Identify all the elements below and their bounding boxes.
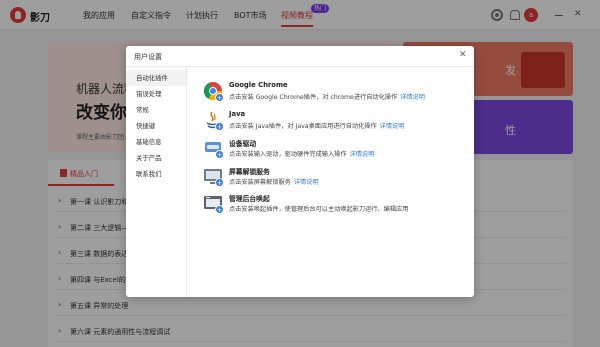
plugin-description-text: 点击安装 Java插件，对 Java桌面应用进行自动化操作 — [229, 123, 377, 130]
plugin-description-text: 点击安装 Google Chrome插件，对 chrome进行自动化操作 — [229, 94, 398, 101]
details-link[interactable]: 详情说明 — [400, 94, 425, 101]
plugin-name: Java — [229, 110, 246, 118]
menu-item-basic-info[interactable]: 基础信息 — [126, 134, 186, 150]
menu-item-automation-plugins[interactable]: 自动化插件 — [126, 70, 186, 86]
plugin-description: 点击安装输入驱动，驱动硬件完成输入操作 详情说明 — [229, 149, 374, 158]
settings-menu: 自动化插件 错误处理 常规 快捷键 基础信息 关于产品 联系我们 — [126, 67, 187, 297]
plugin-console-launcher[interactable]: + 管理后台唤起 点击安装唤起插件，使管理后台可以主动唤起影刀运行、编辑应用 — [203, 193, 463, 219]
plugin-description-text: 点击安装唤起插件，使管理后台可以主动唤起影刀运行、编辑应用 — [229, 206, 409, 213]
menu-item-contact-us[interactable]: 联系我们 — [126, 166, 186, 182]
install-plus-icon: + — [215, 178, 224, 187]
plugin-name: 屏幕解锁服务 — [229, 168, 270, 176]
plugin-name: 管理后台唤起 — [229, 195, 270, 203]
plugin-description-text: 点击安装屏幕解锁服务 — [229, 179, 291, 186]
dialog-close-icon[interactable]: ✕ — [459, 50, 467, 60]
plugin-description-text: 点击安装输入驱动，驱动硬件完成输入操作 — [229, 151, 347, 158]
plugin-description: 点击安装屏幕解锁服务 详情说明 — [229, 177, 319, 186]
details-link[interactable]: 详情说明 — [294, 179, 319, 186]
menu-item-about-product[interactable]: 关于产品 — [126, 150, 186, 166]
plugin-name: Google Chrome — [229, 81, 288, 89]
install-plus-icon: + — [215, 93, 224, 102]
plugin-java[interactable]: + Java 点击安装 Java插件，对 Java桌面应用进行自动化操作 详情说明 — [203, 110, 463, 136]
plugin-description: 点击安装 Java插件，对 Java桌面应用进行自动化操作 详情说明 — [229, 121, 404, 130]
menu-item-error-handling[interactable]: 错误处理 — [126, 86, 186, 102]
plugin-name: 设备驱动 — [229, 140, 257, 148]
install-plus-icon: + — [215, 150, 224, 159]
menu-item-shortcuts[interactable]: 快捷键 — [126, 118, 186, 134]
plugin-description: 点击安装唤起插件，使管理后台可以主动唤起影刀运行、编辑应用 — [229, 204, 408, 213]
details-link[interactable]: 详情说明 — [350, 151, 375, 158]
dialog-title: 用户设置 — [134, 53, 162, 61]
plugin-description: 点击安装 Google Chrome插件，对 chrome进行自动化操作 详情说明 — [229, 92, 425, 101]
plugin-chrome[interactable]: + Google Chrome 点击安装 Google Chrome插件，对 c… — [203, 81, 463, 107]
menu-item-general[interactable]: 常规 — [126, 102, 186, 118]
plugin-screen-unlock[interactable]: + 屏幕解锁服务 点击安装屏幕解锁服务 详情说明 — [203, 166, 463, 192]
install-plus-icon: + — [215, 205, 224, 214]
install-plus-icon: + — [215, 122, 224, 131]
dialog-header: 用户设置 ✕ — [126, 46, 474, 67]
details-link[interactable]: 详情说明 — [380, 123, 405, 130]
plugin-device-driver[interactable]: + 设备驱动 点击安装输入驱动，驱动硬件完成输入操作 详情说明 — [203, 138, 463, 164]
user-settings-dialog: 用户设置 ✕ 自动化插件 错误处理 常规 快捷键 基础信息 关于产品 联系我们 … — [126, 46, 474, 297]
